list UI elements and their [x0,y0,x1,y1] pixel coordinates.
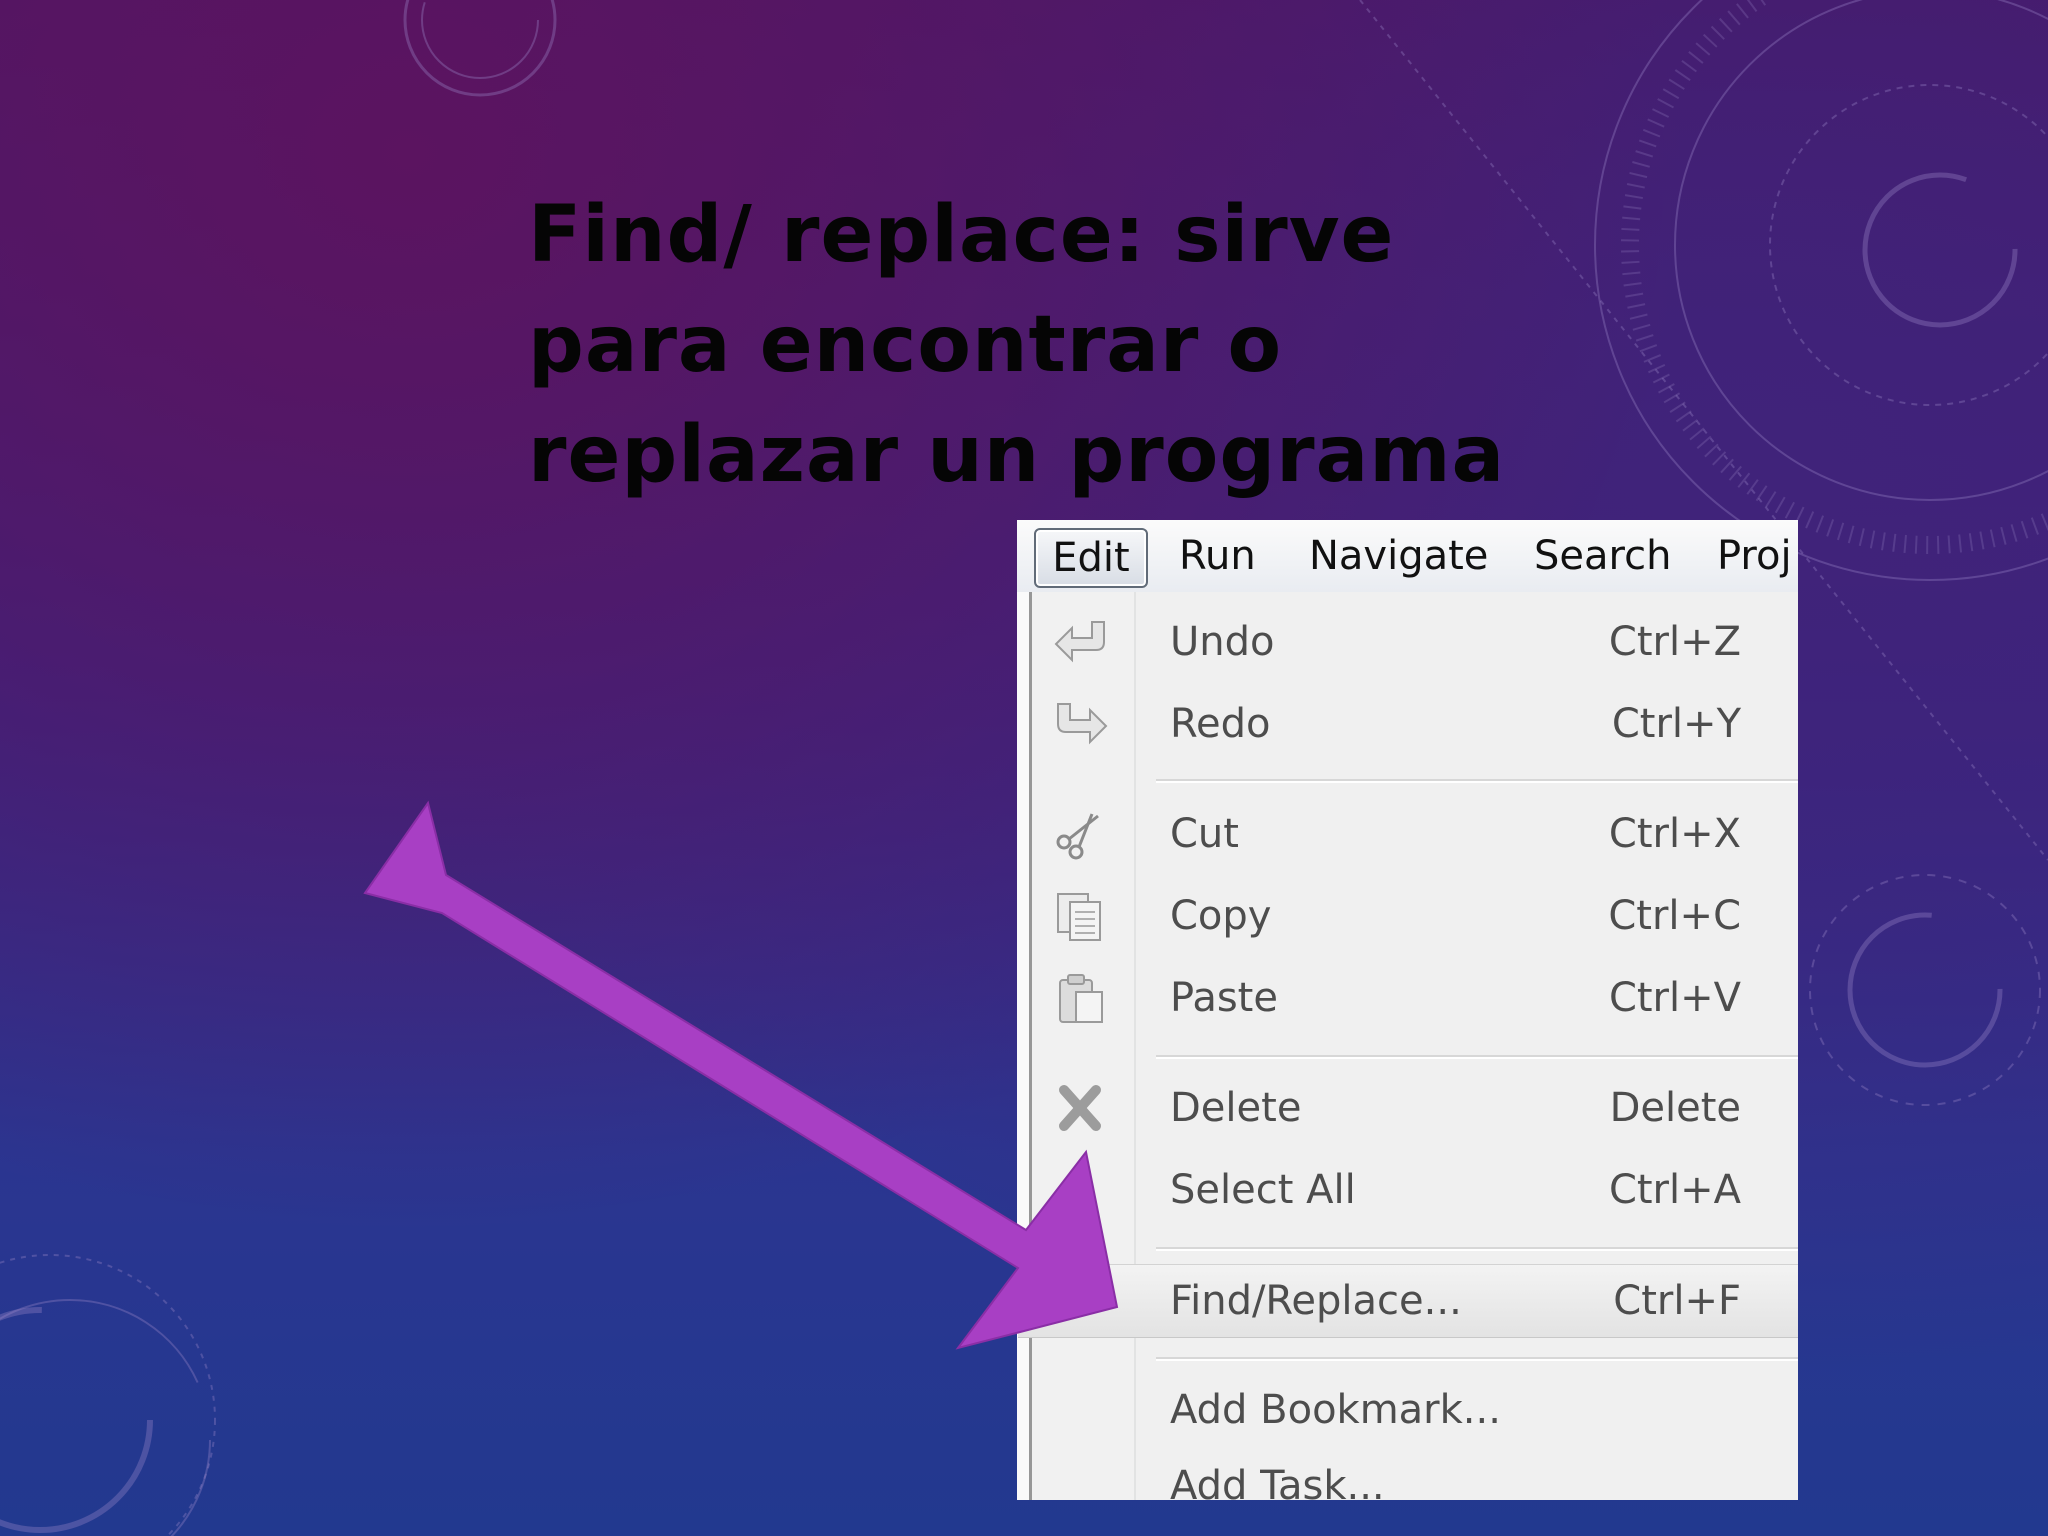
title-line-2: para encontrar o [528,300,1283,390]
menu-search[interactable]: Search [1534,528,1671,584]
menu-item-label: Add Task... [1170,1463,1385,1500]
menu-edit[interactable]: Edit [1034,528,1148,588]
menu-item-shortcut: Ctrl+V [1608,975,1741,1021]
menu-separator [1156,1247,1798,1251]
menu-item-shortcut: Ctrl+X [1608,811,1741,857]
menu-item-shortcut: Ctrl+Y [1611,701,1741,747]
menu-item-shortcut: Ctrl+C [1608,893,1741,939]
copy-icon [1057,893,1101,941]
edit-dropdown: Undo Ctrl+Z Redo Ctrl+Y Cut Ctrl+X Copy … [1018,592,1798,1500]
paste-icon [1059,974,1103,1023]
menu-item-find-replace[interactable]: Find/Replace... Ctrl+F [1018,1264,1798,1338]
menu-item-add-task[interactable]: Add Task... [1032,1450,1798,1500]
menu-item-label: Paste [1170,975,1278,1021]
menu-item-delete[interactable]: Delete Delete [1032,1072,1798,1144]
menu-run[interactable]: Run [1179,528,1256,584]
menu-item-label: Delete [1170,1085,1302,1131]
slide-title: Find/ replace: sirve para encontrar o re… [528,180,1528,510]
arrow-shape [363,800,1119,1350]
menu-item-label: Add Bookmark... [1170,1387,1501,1433]
menu-navigate[interactable]: Navigate [1309,528,1488,584]
menu-separator [1156,1357,1798,1361]
menu-item-copy[interactable]: Copy Ctrl+C [1032,880,1798,952]
menu-item-shortcut: Ctrl+Z [1608,619,1741,665]
menu-item-label: Find/Replace... [1170,1278,1462,1324]
menu-project[interactable]: Proj [1717,528,1792,584]
menu-item-undo[interactable]: Undo Ctrl+Z [1032,606,1798,678]
edit-menu-screenshot: Edit Run Navigate Search Proj Undo Ctrl+… [1017,520,1798,1500]
menu-item-shortcut: Ctrl+A [1608,1167,1741,1213]
title-line-3: replazar un programa [528,410,1506,500]
menu-item-label: Undo [1170,619,1275,665]
menu-separator [1156,779,1798,783]
menu-item-label: Cut [1170,811,1239,857]
menu-item-redo[interactable]: Redo Ctrl+Y [1032,688,1798,760]
title-line-1: Find/ replace: sirve [528,190,1395,280]
redo-icon [1057,703,1108,745]
menu-item-label: Select All [1170,1167,1356,1213]
menu-item-shortcut: Delete [1609,1085,1741,1131]
menu-item-select-all[interactable]: Select All Ctrl+A [1032,1154,1798,1226]
menu-item-label: Copy [1170,893,1272,939]
menubar: Edit Run Navigate Search Proj [1017,520,1798,593]
menu-item-paste[interactable]: Paste Ctrl+V [1032,962,1798,1034]
menu-item-shortcut: Ctrl+F [1613,1278,1741,1324]
editor-edge [1017,592,1029,1500]
menu-item-label: Redo [1170,701,1271,747]
menu-item-cut[interactable]: Cut Ctrl+X [1032,798,1798,870]
menu-item-add-bookmark[interactable]: Add Bookmark... [1032,1374,1798,1446]
menu-separator [1156,1055,1798,1059]
delete-icon [1059,1085,1101,1131]
undo-icon [1054,621,1105,663]
scissors-icon [1056,813,1099,860]
